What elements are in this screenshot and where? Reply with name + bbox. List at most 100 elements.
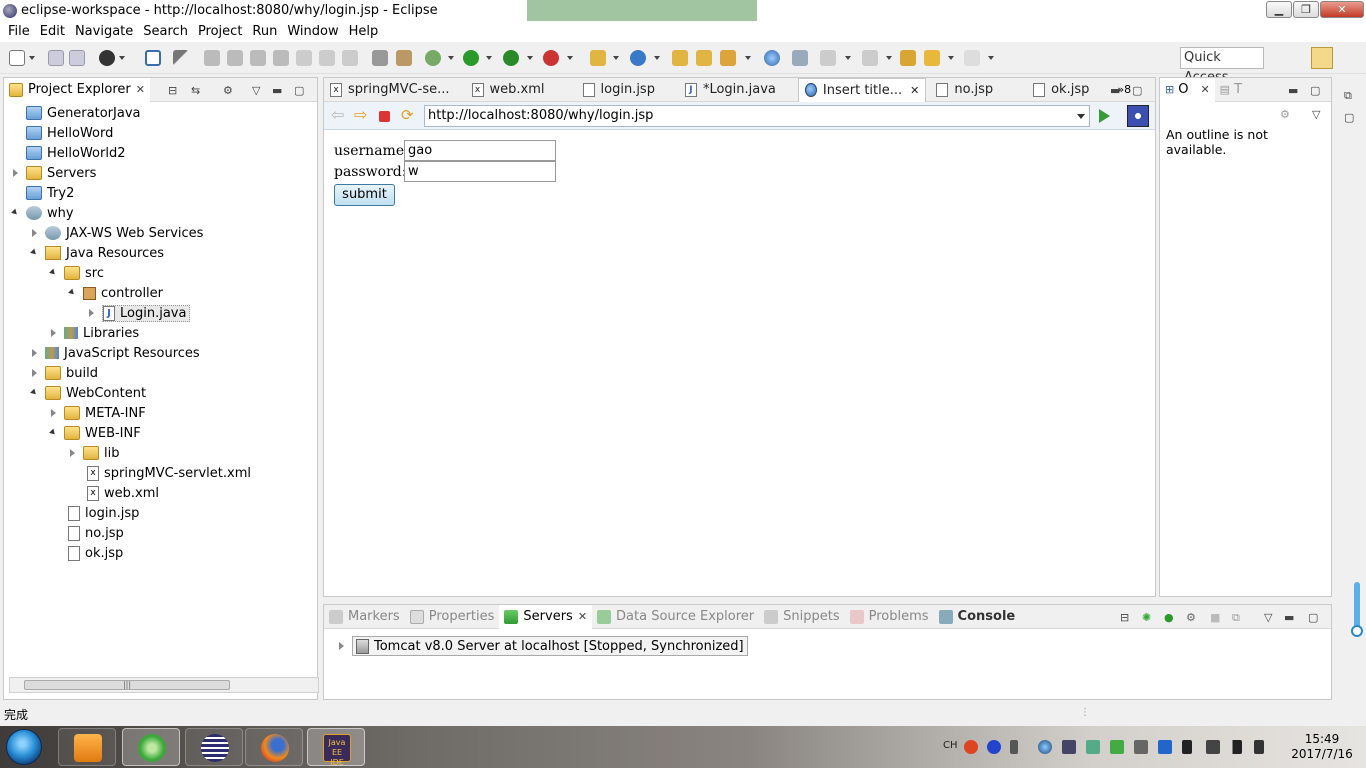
- go-icon[interactable]: [1099, 109, 1110, 123]
- tree-item[interactable]: GeneratorJava: [10, 103, 140, 123]
- search-toolbar-icon[interactable]: [720, 50, 736, 66]
- minimize-view-icon[interactable]: ▬: [1288, 84, 1298, 97]
- step-return-icon[interactable]: [342, 50, 358, 66]
- tree-item[interactable]: WEB-INF: [48, 423, 141, 443]
- tree-item[interactable]: build: [29, 363, 98, 383]
- server-entry[interactable]: Tomcat v8.0 Server at localhost [Stopped…: [336, 636, 748, 656]
- tree-item[interactable]: JAX-WS Web Services: [29, 223, 203, 243]
- tray-app-icon[interactable]: [1134, 740, 1148, 754]
- maximize-view-icon[interactable]: ▢: [294, 84, 304, 97]
- sogou-ime-icon[interactable]: [964, 740, 978, 754]
- menu-search[interactable]: Search: [138, 24, 193, 39]
- tab-insert-title[interactable]: Insert title... ✕: [797, 77, 927, 102]
- menu-run[interactable]: Run: [247, 24, 282, 39]
- java-ee-perspective-icon[interactable]: [1311, 47, 1333, 69]
- menu-window[interactable]: Window: [282, 24, 343, 39]
- horizontal-scrollbar[interactable]: |||: [9, 677, 319, 693]
- tab-no-jsp[interactable]: no.jsp: [930, 78, 999, 102]
- url-input[interactable]: http://localhost:8080/why/login.jsp: [424, 105, 1090, 127]
- debug-server-icon[interactable]: ✺: [1142, 611, 1151, 624]
- menu-edit[interactable]: Edit: [35, 24, 70, 39]
- collapse-icon[interactable]: [29, 247, 41, 259]
- collapse-all-icon[interactable]: ⊟: [1120, 611, 1129, 624]
- security-icon[interactable]: [1086, 740, 1100, 754]
- password-input[interactable]: w: [404, 161, 556, 182]
- publish-server-icon[interactable]: ⧉: [1232, 611, 1240, 625]
- collapse-icon[interactable]: [67, 287, 79, 299]
- taskbar-firefox[interactable]: [245, 728, 303, 766]
- open-perspective-icon[interactable]: [1282, 47, 1304, 69]
- close-button[interactable]: ✕: [1320, 1, 1364, 18]
- url-dropdown-icon[interactable]: [1077, 114, 1085, 119]
- focus-icon[interactable]: ⚙: [1280, 108, 1290, 121]
- tab-markers[interactable]: Markers: [324, 605, 405, 629]
- maximize-editor-icon[interactable]: ▢: [1132, 84, 1142, 97]
- menu-file[interactable]: File: [3, 24, 35, 39]
- tree-item[interactable]: HelloWorld2: [10, 143, 125, 163]
- submit-button[interactable]: submit: [334, 184, 395, 206]
- collapse-icon[interactable]: [29, 387, 41, 399]
- skip-breakpoints-icon[interactable]: [173, 50, 189, 66]
- tree-item[interactable]: WebContent: [29, 383, 146, 403]
- view-menu-icon[interactable]: ▽: [1264, 611, 1272, 624]
- volume-icon[interactable]: [1254, 740, 1264, 754]
- open-task-icon[interactable]: [696, 50, 712, 66]
- restore-icon[interactable]: ⧉: [1344, 89, 1352, 103]
- collapse-all-icon[interactable]: ⊟: [168, 84, 177, 97]
- expand-icon[interactable]: [29, 367, 41, 379]
- terminate-icon[interactable]: [250, 50, 266, 66]
- tab-project-explorer[interactable]: Project Explorer ✕: [4, 77, 150, 102]
- menu-project[interactable]: Project: [193, 24, 247, 39]
- debug-dropdown-icon[interactable]: [448, 56, 454, 60]
- close-tab-icon[interactable]: ✕: [910, 84, 919, 97]
- collapse-icon[interactable]: [10, 207, 22, 219]
- minimize-editor-icon[interactable]: ▬: [1110, 84, 1120, 97]
- tree-item[interactable]: Servers: [10, 163, 96, 183]
- publish-dropdown-icon[interactable]: [119, 56, 125, 60]
- tab-task-list[interactable]: ▤ T: [1215, 78, 1247, 102]
- collapse-icon[interactable]: [48, 267, 60, 279]
- minimize-button[interactable]: ▁: [1266, 1, 1292, 18]
- tree-item[interactable]: J Login.java: [86, 303, 191, 323]
- annotation-icon[interactable]: [792, 50, 808, 66]
- tree-item[interactable]: login.jsp: [52, 503, 139, 523]
- maximize-button[interactable]: ❐: [1293, 1, 1319, 18]
- browser-stop-icon[interactable]: [379, 111, 390, 122]
- feeds-icon[interactable]: [1062, 740, 1076, 754]
- new-icon[interactable]: [9, 50, 25, 66]
- tab-data-source-explorer[interactable]: Data Source Explorer: [592, 605, 759, 629]
- close-view-icon[interactable]: ✕: [1200, 83, 1209, 96]
- collapse-icon[interactable]: [48, 427, 60, 439]
- tree-item[interactable]: x web.xml: [71, 483, 159, 503]
- use-step-filters-icon[interactable]: [372, 50, 388, 66]
- start-server-icon[interactable]: ●: [1164, 611, 1174, 624]
- java-perspective-icon[interactable]: [1338, 47, 1360, 69]
- run-dropdown-icon[interactable]: [486, 56, 492, 60]
- tree-item[interactable]: META-INF: [48, 403, 146, 423]
- tab-console[interactable]: Console: [934, 605, 1021, 629]
- action-center-flag-icon[interactable]: [1182, 740, 1192, 754]
- new-class-icon[interactable]: [630, 50, 646, 66]
- help-icon[interactable]: [987, 740, 1001, 754]
- expand-icon[interactable]: [29, 347, 41, 359]
- run-server-dropdown-icon[interactable]: [527, 56, 533, 60]
- web-browser-icon[interactable]: [764, 50, 780, 66]
- prev-annotation-icon[interactable]: [862, 50, 878, 66]
- next-annotation-dropdown-icon[interactable]: [845, 56, 851, 60]
- taskbar-eclipse[interactable]: [185, 728, 243, 766]
- run-icon[interactable]: [463, 50, 479, 66]
- outline-trim-icon[interactable]: ▢: [1344, 111, 1354, 124]
- tab-problems[interactable]: Problems: [845, 605, 934, 629]
- tree-item[interactable]: x springMVC-servlet.xml: [71, 463, 251, 483]
- taskbar-browser[interactable]: [122, 728, 180, 766]
- new-class-dropdown-icon[interactable]: [654, 56, 660, 60]
- tab-login-jsp[interactable]: login.jsp: [577, 78, 661, 102]
- username-input[interactable]: gao: [404, 140, 556, 161]
- new-project-dropdown-icon[interactable]: [613, 56, 619, 60]
- view-menu-icon[interactable]: ▽: [252, 84, 260, 97]
- taskbar-media-player[interactable]: [58, 728, 116, 766]
- filter-icon[interactable]: ⚙: [223, 84, 233, 97]
- start-button[interactable]: [6, 729, 42, 765]
- close-view-icon[interactable]: ✕: [578, 610, 587, 623]
- tab-ok-jsp[interactable]: ok.jsp: [1027, 78, 1095, 102]
